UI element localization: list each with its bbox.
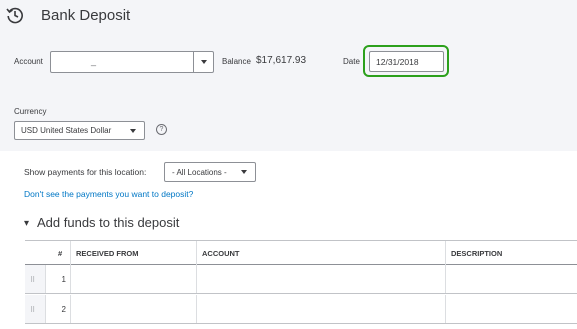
caret-down-icon (201, 60, 207, 64)
account-dropdown-button[interactable] (193, 52, 213, 72)
balance-value: $17,617.93 (256, 55, 307, 66)
row-number: 2 (45, 295, 70, 323)
balance-label: Balance (222, 57, 251, 66)
location-value: - All Locations - (172, 168, 227, 177)
account-cell[interactable] (196, 295, 445, 323)
collapse-toggle-icon[interactable]: ▾ (24, 218, 29, 229)
grip-icon: ⠿ (30, 307, 35, 314)
currency-select[interactable]: USD United States Dollar (14, 121, 145, 140)
account-label: Account (14, 57, 43, 66)
section-title: Add funds to this deposit (37, 215, 180, 230)
received-from-cell[interactable] (70, 295, 196, 323)
location-select[interactable]: - All Locations - (164, 162, 256, 182)
table-header: # RECEIVED FROM ACCOUNT DESCRIPTION (25, 240, 577, 265)
account-cell[interactable] (196, 265, 445, 293)
funds-table: # RECEIVED FROM ACCOUNT DESCRIPTION ⠿ 1 … (25, 240, 577, 329)
currency-value: USD United States Dollar (21, 126, 112, 135)
column-header-number: # (58, 249, 63, 258)
history-icon[interactable] (5, 5, 25, 25)
received-from-cell[interactable] (70, 265, 196, 293)
missing-payments-link[interactable]: Don't see the payments you want to depos… (24, 189, 193, 199)
help-icon[interactable]: ? (156, 124, 167, 135)
column-header-account: ACCOUNT (202, 249, 240, 258)
grip-icon: ⠿ (30, 277, 35, 284)
drag-handle[interactable]: ⠿ (25, 265, 45, 293)
page-title: Bank Deposit (41, 7, 131, 24)
caret-down-icon (130, 129, 136, 133)
date-input[interactable]: 12/31/2018 (369, 51, 444, 72)
location-label: Show payments for this location: (24, 167, 147, 177)
column-divider (196, 241, 197, 265)
account-select[interactable]: _ (50, 51, 214, 73)
account-value: _ (91, 56, 97, 66)
date-label: Date (343, 57, 360, 66)
caret-down-icon (241, 170, 247, 174)
column-header-received-from: RECEIVED FROM (76, 249, 139, 258)
table-row[interactable]: ⠿ 2 (25, 295, 577, 324)
row-number: 1 (45, 265, 70, 293)
currency-label: Currency (14, 107, 47, 116)
column-divider (445, 241, 446, 265)
description-cell[interactable] (445, 295, 577, 323)
column-divider (70, 241, 71, 265)
description-cell[interactable] (445, 265, 577, 293)
column-header-description: DESCRIPTION (451, 249, 503, 258)
drag-handle[interactable]: ⠿ (25, 295, 45, 323)
table-row[interactable]: ⠿ 1 (25, 265, 577, 294)
